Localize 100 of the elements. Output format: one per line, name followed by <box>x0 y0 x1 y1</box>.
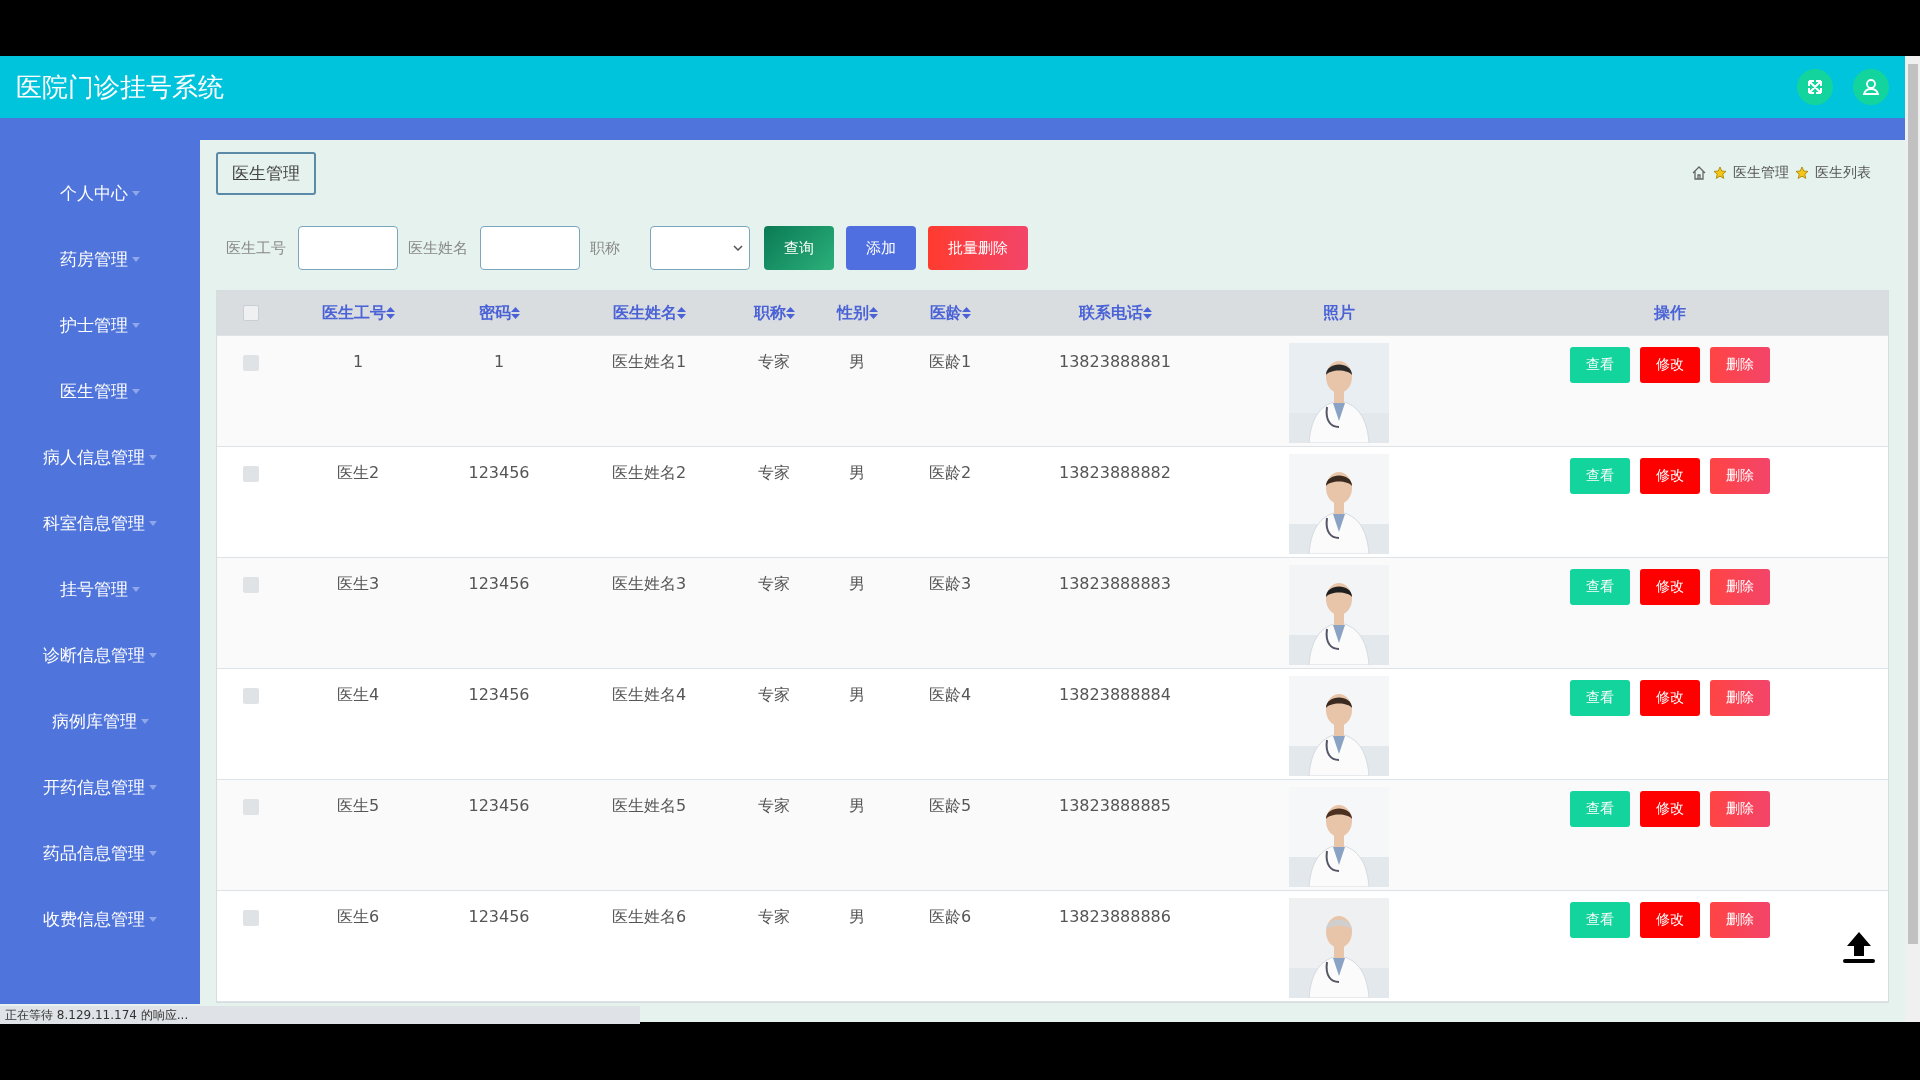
user-button[interactable] <box>1853 69 1889 105</box>
column-header[interactable]: 密码 <box>478 302 520 324</box>
delete-button[interactable]: 删除 <box>1709 902 1770 938</box>
breadcrumb-link[interactable]: 医生列表 <box>1815 164 1871 182</box>
back-to-top-icon[interactable] <box>1841 930 1877 964</box>
column-header[interactable]: 医生工号 <box>321 302 395 324</box>
home-icon[interactable] <box>1691 165 1707 181</box>
checkbox[interactable] <box>243 577 259 593</box>
table-cell-text: 专家 <box>757 573 791 595</box>
table-cell-text: 医龄2 <box>927 462 973 484</box>
caret-icon <box>149 784 157 790</box>
menu-item[interactable]: 护士管理 <box>0 292 200 358</box>
table-cell-text: 男 <box>848 906 866 928</box>
sort-icon[interactable] <box>385 307 395 319</box>
star-icon <box>1795 166 1809 180</box>
menu-item[interactable]: 药品信息管理 <box>0 820 200 886</box>
table-cell-text: 123456 <box>467 573 531 595</box>
table-cell-text: 医龄3 <box>927 573 973 595</box>
column-header[interactable]: 联系电话 <box>1078 302 1152 324</box>
user-icon <box>1862 78 1880 96</box>
menu-item[interactable]: 诊断信息管理 <box>0 622 200 688</box>
column-header[interactable]: 职称 <box>753 302 795 324</box>
checkbox[interactable] <box>243 355 259 371</box>
menu-item[interactable]: 个人中心 <box>0 160 200 226</box>
table-cell-text: 13823888883 <box>1058 573 1172 595</box>
checkbox[interactable] <box>243 466 259 482</box>
delete-button[interactable]: 删除 <box>1709 458 1770 494</box>
table-cell-text: 男 <box>848 684 866 706</box>
menu-item[interactable]: 开药信息管理 <box>0 754 200 820</box>
breadcrumb-link[interactable]: 医生管理 <box>1733 164 1789 182</box>
input-field[interactable] <box>298 226 398 270</box>
caret-icon <box>149 850 157 856</box>
fullscreen-button[interactable] <box>1797 69 1833 105</box>
delete-button[interactable]: 删除 <box>1709 680 1770 716</box>
table-cell-text: 男 <box>848 351 866 373</box>
table-cell-text: 123456 <box>467 684 531 706</box>
column-header[interactable]: 医龄 <box>929 302 971 324</box>
edit-button[interactable]: 修改 <box>1639 569 1700 605</box>
menu-item[interactable]: 药房管理 <box>0 226 200 292</box>
query-button[interactable]: 查询 <box>764 226 834 270</box>
menu-item[interactable]: 收费信息管理 <box>0 886 200 952</box>
table-cell-text: 13823888884 <box>1058 684 1172 706</box>
caret-icon <box>132 190 140 196</box>
checkbox[interactable] <box>243 910 259 926</box>
edit-button[interactable]: 修改 <box>1639 902 1700 938</box>
sort-icon[interactable] <box>1142 307 1152 319</box>
table-cell-text: 男 <box>848 795 866 817</box>
table-cell-text: 1 <box>351 351 365 373</box>
caret-icon <box>132 388 140 394</box>
bulk-delete-button[interactable]: 批量删除 <box>928 226 1028 270</box>
sort-icon[interactable] <box>510 307 520 319</box>
caret-icon <box>149 652 157 658</box>
select-field[interactable] <box>650 226 750 270</box>
sort-icon[interactable] <box>785 307 795 319</box>
column-header: 操作 <box>1653 302 1686 324</box>
caret-icon <box>132 586 140 592</box>
delete-button[interactable]: 删除 <box>1709 347 1770 383</box>
table-cell-text: 医生3 <box>335 573 381 595</box>
checkbox[interactable] <box>243 799 259 815</box>
add-button[interactable]: 添加 <box>846 226 916 270</box>
edit-button[interactable]: 修改 <box>1639 347 1700 383</box>
app-title: 医院门诊挂号系统 <box>16 70 225 104</box>
delete-button[interactable]: 删除 <box>1709 791 1770 827</box>
edit-button[interactable]: 修改 <box>1639 791 1700 827</box>
checkbox[interactable] <box>243 688 259 704</box>
table-cell-text: 13823888885 <box>1058 795 1172 817</box>
chevron-icon <box>733 245 743 251</box>
table-cell-text: 医龄6 <box>927 906 973 928</box>
table-cell-text: 医龄1 <box>927 351 973 373</box>
table-cell-text: 专家 <box>757 351 791 373</box>
menu-item[interactable]: 科室信息管理 <box>0 490 200 556</box>
table-cell-text: 医龄4 <box>927 684 973 706</box>
table-cell-text: 13823888881 <box>1058 351 1172 373</box>
edit-button[interactable]: 修改 <box>1639 680 1700 716</box>
expand-icon <box>1806 78 1824 96</box>
edit-button[interactable]: 修改 <box>1639 458 1700 494</box>
checkbox[interactable] <box>243 305 259 321</box>
table-cell-text: 1 <box>492 351 506 373</box>
scrollbar[interactable] <box>1905 56 1920 1022</box>
caret-icon <box>132 322 140 328</box>
table-cell-text: 123456 <box>467 462 531 484</box>
sort-icon[interactable] <box>961 307 971 319</box>
column-header[interactable]: 医生姓名 <box>612 302 686 324</box>
delete-button[interactable]: 删除 <box>1709 569 1770 605</box>
status-text: 正在等待 8.129.11.174 的响应... <box>0 1006 640 1024</box>
sort-icon[interactable] <box>868 307 878 319</box>
table-cell-text: 医生4 <box>335 684 381 706</box>
caret-icon <box>149 916 157 922</box>
table-cell-text: 13823888886 <box>1058 906 1172 928</box>
table-cell-text: 医生姓名1 <box>610 351 688 373</box>
table-cell-text: 专家 <box>757 684 791 706</box>
menu-item[interactable]: 病人信息管理 <box>0 424 200 490</box>
input-field[interactable] <box>480 226 580 270</box>
menu-item[interactable]: 挂号管理 <box>0 556 200 622</box>
column-header[interactable]: 性别 <box>836 302 878 324</box>
menu-item[interactable]: 病例库管理 <box>0 688 200 754</box>
table-cell-text: 医生姓名4 <box>610 684 688 706</box>
table-cell-text: 123456 <box>467 795 531 817</box>
sort-icon[interactable] <box>676 307 686 319</box>
menu-item[interactable]: 医生管理 <box>0 358 200 424</box>
